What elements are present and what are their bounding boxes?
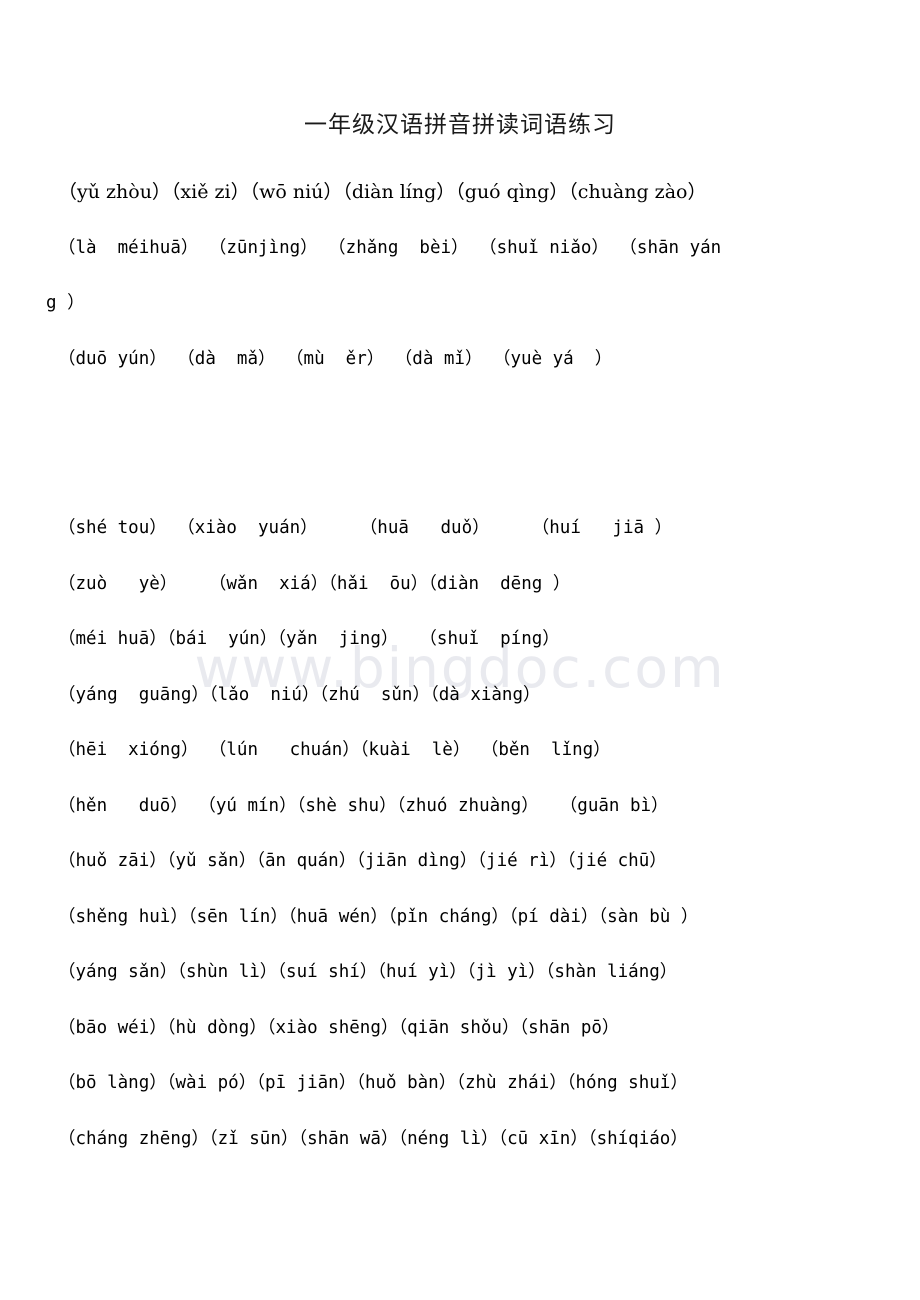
pinyin-line: （zuò yè） （wǎn xiá）（hǎi ōu）（diàn dēng ）: [58, 573, 571, 594]
page-title: 一年级汉语拼音拼读词语练习: [304, 112, 616, 138]
pinyin-line: （méi huā）（bái yún）（yǎn jing） （shuǐ píng）: [58, 629, 560, 649]
pinyin-line: （cháng zhēng）（zǐ sūn）（shān wā）（néng lì）（…: [58, 1128, 688, 1149]
pinyin-line: （yáng sǎn）（shùn lì）（suí shí）（huí yì）（jì …: [58, 962, 678, 982]
pinyin-line: （hěn duō） （yú mín）（shè shu）（zhuó zhuàng）…: [58, 795, 669, 816]
pinyin-line: （huǒ zāi）（yǔ sǎn）（ān quán）（jiān dìng）（ji…: [58, 851, 667, 871]
pinyin-line: （shé tou） （xiào yuán） （huā duǒ） （huí jiā…: [58, 518, 673, 538]
pinyin-line: （yáng guāng）（lǎo niú）（zhú sǔn）（dà xiàng）: [58, 684, 541, 705]
pinyin-line: （hēi xióng） （lún chuán）（kuài lè） （běn lǐ…: [58, 740, 611, 760]
document-content: 一年级汉语拼音拼读词语练习 （yǔ zhòu）（xiě zi）（wō niú）（…: [0, 0, 920, 1167]
word-block-2: （shé tou） （xiào yuán） （huā duǒ） （huí jiā…: [40, 501, 880, 1167]
pinyin-line: （bō làng）（wài pó）（pī jiān）（huǒ bàn）（zhù …: [58, 1073, 688, 1093]
pinyin-line: （shěng huì）（sēn lín）（huā wén）（pǐn cháng）…: [58, 906, 699, 927]
word-block-1: （yǔ zhòu）（xiě zi）（wō niú）（diàn líng）（guó…: [40, 165, 880, 387]
pinyin-line: g ）: [46, 293, 85, 313]
pinyin-line: （yǔ zhòu）（xiě zi）（wō niú）（diàn líng）（guó…: [58, 181, 707, 203]
pinyin-line: （là méihuā） （zūnjìng） （zhǎng bèi） （shuǐ …: [58, 237, 722, 258]
worksheet-page: www.bingdoc.com 一年级汉语拼音拼读词语练习 （yǔ zhòu）（…: [0, 0, 920, 1300]
pinyin-line: （bāo wéi）（hù dòng）（xiào shēng）（qiān shǒu…: [58, 1017, 620, 1038]
pinyin-line: （duō yún） （dà mǎ） （mù ěr） （dà mǐ） （yuè y…: [58, 348, 613, 369]
